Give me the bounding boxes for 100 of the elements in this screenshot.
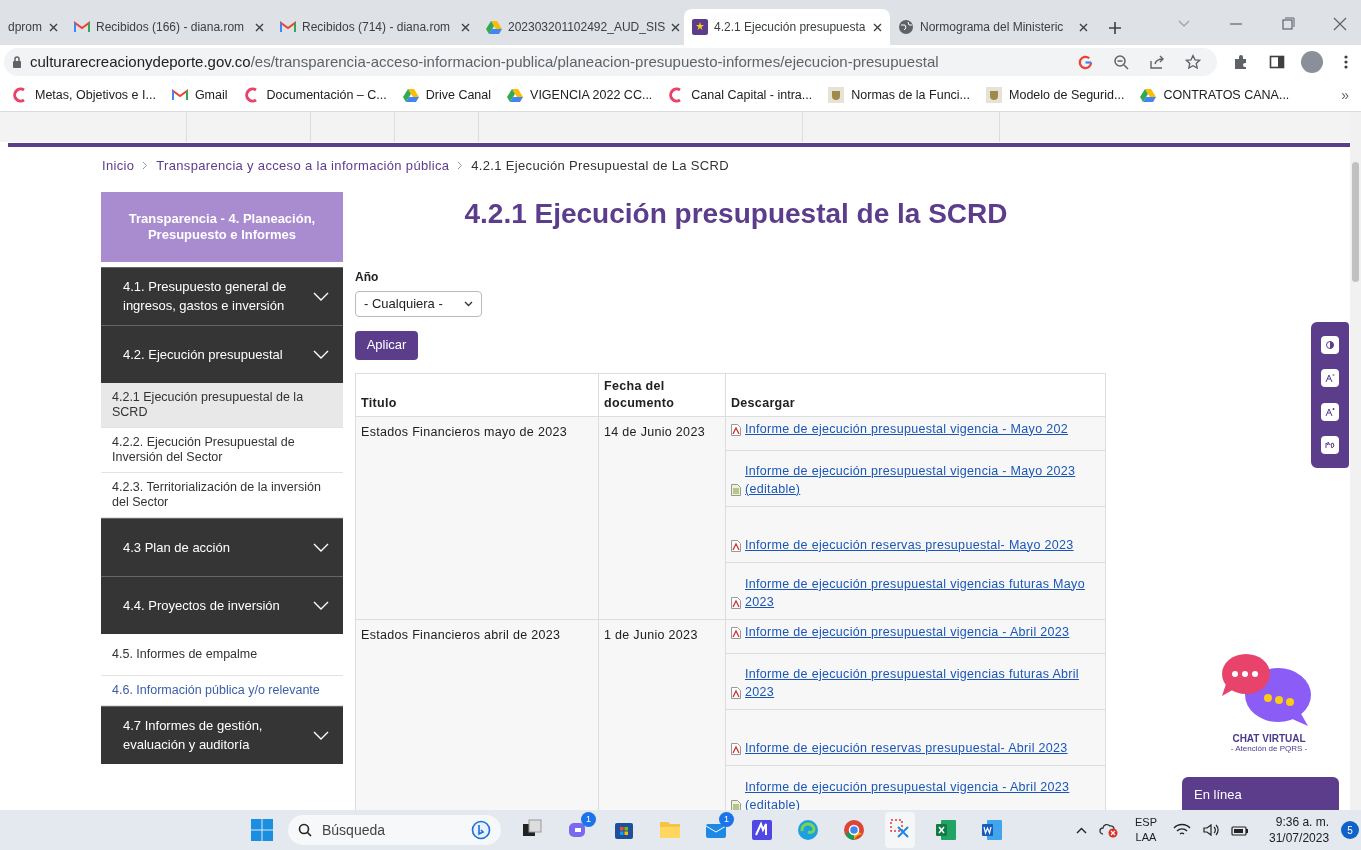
browser-tab[interactable]: dprom [0, 9, 66, 45]
notification-badge[interactable]: 5 [1341, 821, 1360, 839]
close-icon[interactable] [1079, 22, 1088, 32]
crest-icon [828, 87, 845, 103]
column-header: Descargar [725, 373, 1106, 416]
table-cell: 14 de Junio 2023 [604, 424, 705, 439]
chat-status-bar[interactable]: En línea [1182, 777, 1339, 810]
pdf-file-icon [731, 626, 741, 639]
chat-title: CHAT VIRTUAL [1232, 734, 1306, 744]
bookmark[interactable]: Modelo de Segurid... [986, 85, 1125, 105]
browser-tab[interactable]: 4.2.1 Ejecución presupuesta [684, 9, 890, 45]
drive-icon [1140, 88, 1157, 102]
notification-badge: 1 [581, 812, 596, 827]
breadcrumb-link[interactable]: Transparencia y acceso a la información pública [156, 156, 450, 176]
browser-tab[interactable]: 202303201102492_AUD_SIS [478, 9, 684, 45]
close-icon[interactable] [671, 22, 681, 32]
bookmark[interactable]: Normas de la Funci... [828, 85, 971, 105]
star-icon[interactable] [1185, 54, 1201, 70]
pdf-file-icon [731, 423, 741, 436]
crest-icon [986, 87, 1003, 103]
chevron-down-icon [313, 730, 329, 740]
bookmark[interactable]: Canal Capital - intra... [668, 85, 813, 105]
chevron-up-icon[interactable] [1076, 826, 1087, 834]
pdf-file-icon [731, 742, 741, 755]
breadcrumb-link[interactable]: Inicio [102, 156, 135, 176]
close-icon[interactable] [461, 22, 470, 32]
side-panel-icon[interactable] [1269, 54, 1285, 70]
sidebar-header: Transparencia - 4. Planeación, Presupuesto e Informes [101, 191, 343, 262]
year-dropdown[interactable]: - Cualquiera - [355, 290, 482, 317]
table-cell: 1 de Junio 2023 [604, 627, 698, 642]
cloud-error-icon[interactable] [1099, 822, 1119, 838]
sidebar-link[interactable]: 4.2.1 Ejecución presupuestal de la SCRD [101, 382, 343, 428]
clock[interactable]: 9:36 a. m. 31/07/2023 [1269, 814, 1330, 846]
browser-tab[interactable]: Recibidos (714) - diana.rom [272, 9, 478, 45]
text-increase-icon[interactable] [1321, 402, 1339, 421]
bookmark[interactable]: Metas, Objetivos e I... [12, 85, 156, 105]
url-text: culturarecreacionydeporte.gov.co/es/transparencia-acceso-informacion-publica/planeacion-presupuesto-informes/ejecucion-presupuestal [30, 51, 940, 72]
download-link[interactable]: Informe de ejecución reservas presupuestal- Abril 2023 [745, 738, 1068, 757]
download-link[interactable]: Informe de ejecución presupuestal vigencia - Mayo 2023 (editable) [745, 461, 1100, 498]
browser-tab[interactable]: Normograma del Ministeric [890, 9, 1096, 45]
taskbar-button[interactable]: 1 [701, 812, 731, 848]
sidebar-section[interactable]: 4.7 Informes de gestión, evaluación y auditoría [101, 705, 343, 764]
chevron-down-icon [313, 291, 329, 301]
address-bar[interactable]: culturarecreacionydeporte.gov.co/es/transparencia-acceso-informacion-publica/planeacion-presupuesto-informes/ejecucion-presupuestal [4, 48, 1217, 76]
sidebar-section[interactable]: 4.2. Ejecución presupuestal [101, 324, 343, 383]
text-decrease-icon[interactable] [1321, 369, 1339, 388]
contrast-icon[interactable] [1321, 335, 1339, 354]
puzzle-icon[interactable] [1233, 54, 1249, 70]
download-link[interactable]: Informe de ejecución reservas presupuestal- Mayo 2023 [745, 535, 1074, 554]
google-icon[interactable] [1078, 54, 1093, 70]
bookmark[interactable]: VIGENCIA 2022 CC... [507, 85, 653, 105]
close-icon[interactable] [1333, 17, 1347, 31]
taskbar-button[interactable]: 1 [563, 812, 593, 848]
chevron-down-icon [464, 300, 473, 307]
more-bookmarks-button[interactable]: » [1341, 84, 1349, 106]
close-icon[interactable] [255, 22, 264, 32]
word-icon [981, 818, 1003, 842]
language-indicator[interactable]: ESP LAA [1131, 815, 1161, 845]
taskbar-search-field[interactable]: Búsqueda [288, 815, 501, 845]
speaker-icon[interactable] [1203, 823, 1219, 837]
chevron-right-icon [457, 161, 464, 171]
profile-avatar[interactable] [1301, 51, 1323, 73]
windows-start-icon[interactable] [250, 818, 274, 842]
zoom-out-icon[interactable] [1113, 54, 1129, 70]
close-icon[interactable] [49, 22, 58, 32]
download-link[interactable]: Informe de ejecución presupuestal vigencias futuras Mayo 2023 [745, 574, 1100, 611]
search-icon [298, 823, 312, 837]
download-link[interactable]: Informe de ejecución presupuestal vigencias futuras Abril 2023 [745, 664, 1100, 701]
m-app-icon [751, 818, 773, 842]
table-cell: Estados Financieros mayo de 2023 [361, 424, 567, 439]
breadcrumb-current: 4.2.1 Ejecución Presupuestal de La SCRD [471, 157, 729, 175]
battery-icon[interactable] [1231, 824, 1249, 836]
chevron-right-icon [142, 161, 149, 171]
sidebar-section[interactable]: 4.1. Presupuesto general de ingresos, gastos e inversión [101, 266, 343, 325]
table-cell: Estados Financieros abril de 2023 [361, 627, 561, 642]
pdf-file-icon [731, 686, 741, 699]
bookmark[interactable]: Drive Canal [402, 85, 492, 105]
download-link[interactable]: Informe de ejecución presupuestal vigencia - Mayo 202 [745, 419, 1068, 438]
column-header: Fecha del documento [598, 373, 726, 416]
bookmark[interactable]: CONTRATOS CANA... [1140, 85, 1290, 105]
sidebar-section[interactable]: 4.4. Proyectos de inversión [101, 575, 343, 634]
download-link[interactable]: Informe de ejecución presupuestal vigencia - Abril 2023 [745, 622, 1070, 641]
lock-icon [12, 56, 22, 68]
browser-tab[interactable]: Recibidos (166) - diana.rom [66, 9, 272, 45]
restore-icon[interactable] [1281, 17, 1295, 31]
menu-icon[interactable] [1343, 54, 1349, 70]
gmail-icon [280, 21, 296, 33]
new-tab-icon[interactable] [1108, 21, 1122, 35]
share-icon[interactable] [1149, 54, 1165, 70]
sidebar-section[interactable]: 4.3 Plan de acción [101, 517, 343, 576]
pdf-file-icon [731, 596, 741, 609]
edge-icon [797, 818, 819, 842]
wifi-icon[interactable] [1173, 823, 1191, 837]
apply-button[interactable]: Aplicar [355, 330, 418, 360]
bookmark[interactable]: Gmail [171, 85, 228, 105]
bookmark[interactable]: Documentación – C... [243, 85, 387, 105]
close-icon[interactable] [873, 22, 882, 32]
bing-icon[interactable] [471, 820, 491, 840]
drive-icon [507, 88, 524, 102]
excel-icon [935, 818, 957, 842]
